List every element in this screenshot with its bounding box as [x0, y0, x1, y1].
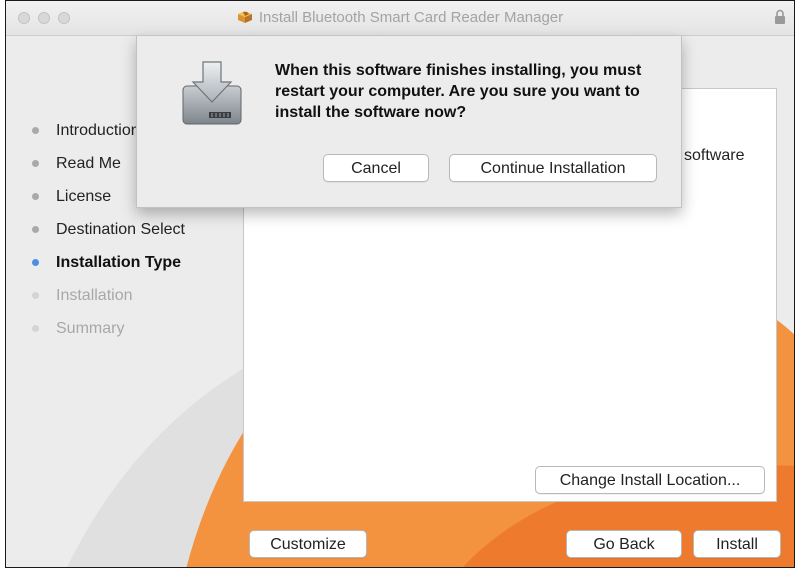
step-dot — [32, 193, 39, 200]
window-title: Install Bluetooth Smart Card Reader Mana… — [258, 9, 564, 26]
go-back-button[interactable]: Go Back — [566, 530, 682, 558]
step-label: Read Me — [56, 154, 121, 172]
step-dot-active — [32, 259, 39, 266]
step-label: Summary — [56, 319, 125, 337]
step-dot — [32, 325, 39, 332]
step-dot — [32, 226, 39, 233]
step-destination-select: Destination Select — [26, 213, 185, 246]
lock-icon — [775, 9, 785, 24]
continue-installation-button[interactable]: Continue Installation — [449, 154, 657, 182]
step-label: Installation Type — [56, 253, 182, 271]
step-label: Installation — [56, 286, 133, 304]
package-icon — [237, 11, 252, 23]
window-title-wrap: Install Bluetooth Smart Card Reader Mana… — [6, 9, 794, 26]
step-label: License — [56, 187, 112, 205]
installer-window: Install Bluetooth Smart Card Reader Mana… — [5, 0, 795, 568]
step-dot — [32, 127, 39, 134]
panel-text: software — [684, 147, 745, 164]
title-bar[interactable]: Install Bluetooth Smart Card Reader Mana… — [6, 1, 794, 36]
dialog-message: When this software finishes installing, … — [275, 62, 642, 121]
step-label: Destination Select — [56, 220, 185, 238]
install-button[interactable]: Install — [693, 530, 781, 558]
customize-button[interactable]: Customize — [249, 530, 367, 558]
step-installation: Installation — [26, 279, 185, 312]
step-dot — [32, 292, 39, 299]
step-summary: Summary — [26, 312, 185, 345]
restart-confirmation-dialog: When this software finishes installing, … — [136, 36, 682, 208]
cancel-button[interactable]: Cancel — [323, 154, 429, 182]
step-installation-type: Installation Type — [26, 246, 185, 279]
step-dot — [32, 160, 39, 167]
installer-disk-icon — [182, 61, 242, 125]
change-install-location-button[interactable]: Change Install Location... — [535, 466, 765, 494]
step-label: Introduction — [56, 121, 140, 139]
